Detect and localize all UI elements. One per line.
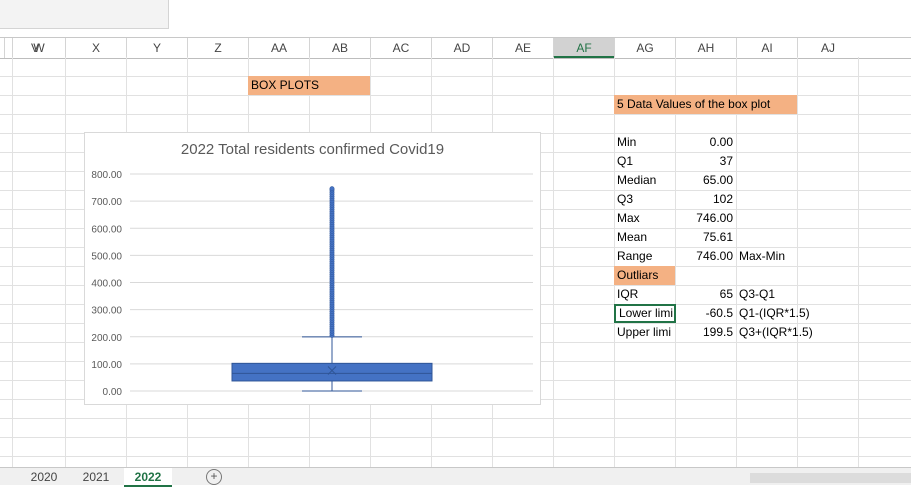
outlier-note-cell[interactable]: Q3+(IQR*1.5) <box>736 323 856 342</box>
sheet-tab-2020[interactable]: 2020 <box>20 468 68 485</box>
chart-plot-area: 800.00 700.00 600.00 500.00 400.00 300.00 200.… <box>91 170 533 398</box>
stat-value-cell[interactable]: 75.61 <box>675 228 736 247</box>
y-tick-label: 600.00 <box>91 224 122 235</box>
grid-column-line <box>12 57 13 467</box>
grid-row-line <box>0 418 911 419</box>
stat-label-cell[interactable]: Range <box>614 247 675 266</box>
outlier-point <box>329 186 335 192</box>
box-plots-label[interactable]: BOX PLOTS <box>248 76 370 95</box>
column-header-w[interactable]: W <box>12 38 65 58</box>
box-plot-chart[interactable]: 2022 Total residents confirmed Covid19 8… <box>84 132 541 405</box>
column-header-y[interactable]: Y <box>126 38 187 58</box>
outlier-label-cell[interactable]: IQR <box>614 285 676 304</box>
stat-value-cell[interactable]: 37 <box>675 152 736 171</box>
outlier-label-cell[interactable]: Upper limi <box>614 323 676 342</box>
column-header-af[interactable]: AF <box>553 38 614 58</box>
stat-value-cell[interactable]: 746.00 <box>675 209 736 228</box>
selected-cell[interactable]: Lower limi <box>614 304 676 323</box>
grid-row-line <box>0 76 911 77</box>
y-tick-label: 500.00 <box>91 251 122 262</box>
y-tick-label: 100.00 <box>91 360 122 371</box>
y-tick-label: 400.00 <box>91 279 122 290</box>
outlier-value-cell[interactable]: 65 <box>675 285 736 304</box>
stat-label-cell[interactable]: Min <box>614 133 675 152</box>
stat-value-cell[interactable]: 65.00 <box>675 171 736 190</box>
y-tick-label: 200.00 <box>91 333 122 344</box>
outlier-note-cell[interactable]: Q3-Q1 <box>736 285 856 304</box>
sheet-tab-2022[interactable]: 2022 <box>124 468 172 487</box>
y-tick-label: 0.00 <box>103 387 123 398</box>
grid-row-line <box>0 114 911 115</box>
stat-label-cell[interactable]: Mean <box>614 228 675 247</box>
grid-column-line <box>858 57 859 467</box>
column-header-x[interactable]: X <box>65 38 126 58</box>
stat-note-cell[interactable]: Max-Min <box>736 247 856 266</box>
sheet-tab-bar: 2020 2021 2022 + <box>0 467 911 487</box>
column-header-row: V W X Y Z AA AB AC AD AE AF AG AH AI AJ <box>0 37 911 59</box>
y-tick-label: 700.00 <box>91 197 122 208</box>
name-box[interactable] <box>0 0 169 29</box>
five-values-label[interactable]: 5 Data Values of the box plot <box>614 95 797 114</box>
stat-label-cell[interactable]: Q3 <box>614 190 675 209</box>
column-header-ab[interactable]: AB <box>309 38 370 58</box>
plus-circle-icon[interactable]: + <box>206 469 222 485</box>
column-header-ai[interactable]: AI <box>736 38 797 58</box>
iqr-box <box>231 362 433 382</box>
outlier-note-cell[interactable]: Q1-(IQR*1.5) <box>736 304 856 323</box>
stat-label-cell[interactable]: Median <box>614 171 675 190</box>
column-header-ac[interactable]: AC <box>370 38 431 58</box>
stat-label-cell[interactable]: Q1 <box>614 152 675 171</box>
column-header-aj[interactable]: AJ <box>797 38 858 58</box>
column-header-aa[interactable]: AA <box>248 38 309 58</box>
y-tick-label: 800.00 <box>91 170 122 181</box>
column-header-ae[interactable]: AE <box>492 38 553 58</box>
grid-column-line <box>65 57 66 467</box>
grid-row-line <box>0 437 911 438</box>
column-header-z[interactable]: Z <box>187 38 248 58</box>
outlier-value-cell[interactable]: -60.5 <box>675 304 736 323</box>
stat-value-cell[interactable]: 746.00 <box>675 247 736 266</box>
stat-label-cell[interactable]: Max <box>614 209 675 228</box>
outliers-label[interactable]: Outliars <box>614 266 675 285</box>
outlier-value-cell[interactable]: 199.5 <box>675 323 736 342</box>
horizontal-scrollbar[interactable] <box>750 473 911 483</box>
stat-value-cell[interactable]: 0.00 <box>675 133 736 152</box>
chart-title: 2022 Total residents confirmed Covid19 <box>180 141 445 158</box>
column-header-ag[interactable]: AG <box>614 38 675 58</box>
stat-value-cell[interactable]: 102 <box>675 190 736 209</box>
column-header-ad[interactable]: AD <box>431 38 492 58</box>
grid-row-line <box>0 456 911 457</box>
y-tick-label: 300.00 <box>91 306 122 317</box>
sheet-tab-2021[interactable]: 2021 <box>72 468 120 485</box>
formula-bar-area <box>0 0 911 37</box>
grid-column-line <box>553 57 554 467</box>
column-header-ah[interactable]: AH <box>675 38 736 58</box>
